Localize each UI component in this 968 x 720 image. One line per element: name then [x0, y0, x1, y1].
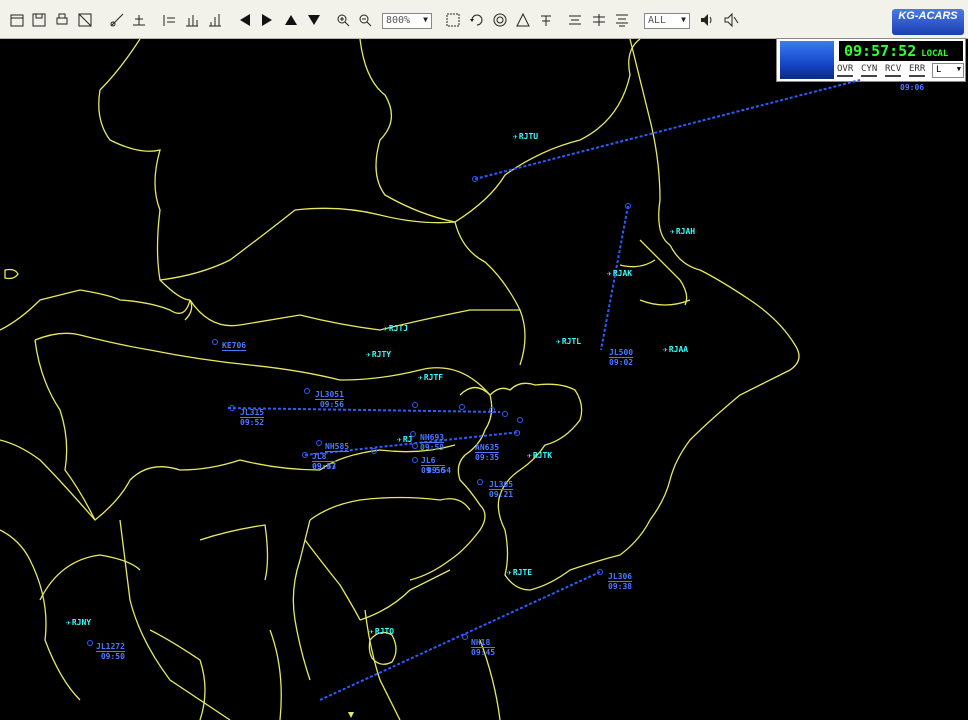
airport-label[interactable]: RJTJ — [383, 324, 408, 333]
flight-time: 09:38 — [608, 582, 633, 591]
flight-label[interactable]: JL500 09:02 — [609, 348, 634, 367]
settings-icon[interactable] — [76, 10, 94, 30]
toolbar: 800% ▼ ALL ▼ KG-ACARS — [0, 0, 968, 39]
flight-id: NH693 — [420, 433, 445, 443]
aircraft-list-icon[interactable] — [566, 10, 584, 30]
select-area-icon[interactable] — [444, 10, 462, 30]
statistics-icon[interactable] — [206, 10, 224, 30]
flight-label[interactable]: JL1272 09:50 — [96, 642, 125, 661]
flight-label[interactable]: NH585 — [325, 442, 350, 452]
flight-label[interactable]: JL3051 09:56 — [315, 390, 344, 409]
flight-id: NH585 — [325, 442, 350, 452]
flight-label[interactable]: KE706 — [222, 341, 247, 351]
flight-id: JL315 — [240, 408, 265, 418]
message-list-icon[interactable] — [590, 10, 608, 30]
speaker-icon[interactable] — [698, 10, 716, 30]
chevron-down-icon: ▼ — [681, 15, 686, 24]
flight-time: 09:59 — [420, 443, 445, 452]
radar-icon[interactable] — [491, 10, 509, 30]
airport-label[interactable]: RJTY — [366, 350, 391, 359]
route-icon[interactable] — [130, 10, 148, 30]
filter-icon[interactable] — [537, 10, 555, 30]
flight-id: JL500 — [609, 348, 634, 358]
pan-right-icon[interactable] — [258, 10, 276, 30]
pan-left-icon[interactable] — [236, 10, 254, 30]
flight-time: 09:45 — [471, 648, 496, 657]
airport-label[interactable]: RJTL — [556, 337, 581, 346]
pan-up-icon[interactable] — [282, 10, 300, 30]
airport-label[interactable]: RJAA — [663, 345, 688, 354]
flight-time: 09:53 — [312, 462, 337, 471]
zoom-in-icon[interactable] — [334, 10, 352, 30]
flight-label[interactable]: AN635 09:35 — [475, 443, 500, 462]
flight-time: 09:50 — [100, 652, 125, 661]
filter-select[interactable]: ALL ▼ — [644, 13, 690, 29]
flight-tracks — [87, 79, 861, 718]
airport-label[interactable]: RJTK — [527, 451, 552, 460]
app-logo: KG-ACARS — [892, 9, 964, 35]
filter-select-value: ALL — [648, 15, 667, 26]
flight-id: JL306 — [608, 572, 633, 582]
airport-label[interactable]: RJAH — [670, 227, 695, 236]
flight-time: 09:21 — [489, 490, 514, 499]
flight-id: JL305 — [489, 480, 514, 490]
app-logo-text: KG-ACARS — [898, 10, 958, 22]
airport-label[interactable]: RJAK — [607, 269, 632, 278]
zoom-out-icon[interactable] — [356, 10, 374, 30]
flight-label[interactable]: 09:06 — [900, 83, 924, 92]
flight-id: JL3051 — [315, 390, 344, 400]
flight-time: 09:56 — [319, 400, 344, 409]
flight-label[interactable]: JL305 09:21 — [489, 480, 514, 499]
zoom-select-value: 800% — [386, 15, 411, 26]
flight-time: 09:06 — [900, 83, 925, 92]
map-canvas[interactable] — [0, 39, 968, 720]
flight-id: JL8 — [312, 452, 337, 462]
airport-label[interactable]: RJTE — [507, 568, 532, 577]
refresh-icon[interactable] — [468, 10, 486, 30]
open-file-icon[interactable] — [8, 10, 26, 30]
flight-label[interactable]: NH693 09:59 — [420, 433, 445, 452]
airport-label[interactable]: RJNY — [66, 618, 91, 627]
flight-time: 09:02 — [609, 358, 634, 367]
coastlines — [0, 39, 800, 720]
flight-label[interactable]: 09:53 — [312, 462, 336, 471]
warning-icon[interactable] — [514, 10, 532, 30]
measure-icon[interactable] — [108, 10, 126, 30]
zoom-select[interactable]: 800% ▼ — [382, 13, 432, 29]
flight-label[interactable]: JL306 09:38 — [608, 572, 633, 591]
mute-icon[interactable] — [722, 10, 740, 30]
flight-label[interactable]: NH18 09:45 — [471, 638, 496, 657]
airport-label[interactable]: RJ — [397, 435, 413, 444]
save-file-icon[interactable] — [30, 10, 48, 30]
flight-id: JL6 — [421, 456, 446, 466]
print-icon[interactable] — [53, 10, 71, 30]
airport-label[interactable]: RJTU — [513, 132, 538, 141]
flight-label[interactable]: JL315 09:52 — [240, 408, 265, 427]
log-icon[interactable] — [613, 10, 631, 30]
airport-label[interactable]: RJTO — [369, 627, 394, 636]
chevron-down-icon: ▼ — [423, 15, 428, 24]
flight-label[interactable]: 09:54 — [427, 466, 451, 475]
flight-time: 09:54 — [427, 466, 452, 475]
flight-id: NH18 — [471, 638, 496, 648]
flight-id: JL1272 — [96, 642, 125, 652]
flight-time: 09:35 — [475, 453, 500, 462]
flight-time: 09:52 — [240, 418, 265, 427]
flight-id: AN635 — [475, 443, 500, 453]
chart-icon[interactable] — [183, 10, 201, 30]
pan-down-icon[interactable] — [305, 10, 323, 30]
flight-id: KE706 — [222, 341, 247, 351]
flight-list-icon[interactable] — [160, 10, 178, 30]
airport-label[interactable]: RJTF — [418, 373, 443, 382]
